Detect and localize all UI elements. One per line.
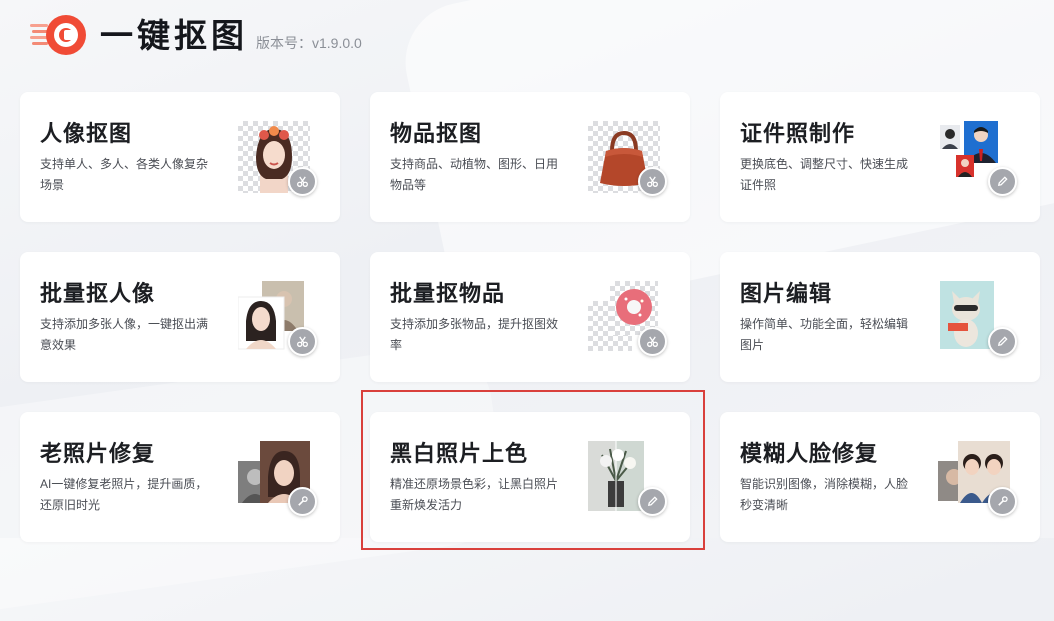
scissors-icon <box>638 167 667 196</box>
wrench-icon <box>988 487 1017 516</box>
scissors-icon <box>288 327 317 356</box>
card-description: 更换底色、调整尺寸、快速生成证件照 <box>740 157 909 192</box>
card-title: 人像抠图 <box>40 121 133 146</box>
app-title: 一键抠图 <box>100 17 248 54</box>
card-bw-colorize[interactable]: 黑白照片上色 精准还原场景色彩，让黑白照片重新焕发活力 <box>370 412 690 542</box>
card-description: 智能识别图像，消除模糊，人脸秒变清晰 <box>740 477 909 512</box>
app-header: 一键抠图 版本号：v1.9.0.0 <box>30 12 362 60</box>
card-batch-object-cutout[interactable]: 批量抠物品 支持添加多张物品，提升抠图效率 <box>370 252 690 382</box>
card-image-edit[interactable]: 图片编辑 操作简单、功能全面，轻松编辑图片 <box>720 252 1040 382</box>
card-description: 支持商品、动植物、图形、日用物品等 <box>390 157 559 192</box>
card-portrait-cutout[interactable]: 人像抠图 支持单人、多人、各类人像复杂场景 <box>20 92 340 222</box>
card-title: 批量抠物品 <box>390 281 506 306</box>
scissors-icon <box>638 327 667 356</box>
card-title: 老照片修复 <box>40 441 156 466</box>
card-description: 支持添加多张物品，提升抠图效率 <box>390 317 559 352</box>
version-label: 版本号：v1.9.0.0 <box>256 35 362 51</box>
scissors-icon <box>288 167 317 196</box>
pencil-icon <box>988 167 1017 196</box>
card-description: 支持添加多张人像，一键抠出满意效果 <box>40 317 209 352</box>
card-title: 批量抠人像 <box>40 281 156 306</box>
wrench-icon <box>288 487 317 516</box>
card-old-photo-restore[interactable]: 老照片修复 AI一键修复老照片，提升画质，还原旧时光 <box>20 412 340 542</box>
card-description: 精准还原场景色彩，让黑白照片重新焕发活力 <box>390 477 559 512</box>
card-title: 黑白照片上色 <box>390 441 529 466</box>
card-description: 操作简单、功能全面，轻松编辑图片 <box>740 317 909 352</box>
card-title: 模糊人脸修复 <box>740 441 879 466</box>
card-id-photo[interactable]: 证件照制作 更换底色、调整尺寸、快速生成证件照 <box>720 92 1040 222</box>
pencil-icon <box>988 327 1017 356</box>
card-object-cutout[interactable]: 物品抠图 支持商品、动植物、图形、日用物品等 <box>370 92 690 222</box>
card-title: 证件照制作 <box>740 121 856 146</box>
app-logo-icon <box>30 13 88 59</box>
card-description: 支持单人、多人、各类人像复杂场景 <box>40 157 209 192</box>
card-description: AI一键修复老照片，提升画质，还原旧时光 <box>40 477 208 512</box>
card-title: 图片编辑 <box>740 281 833 306</box>
card-blurry-face-restore[interactable]: 模糊人脸修复 智能识别图像，消除模糊，人脸秒变清晰 <box>720 412 1040 542</box>
card-title: 物品抠图 <box>390 121 483 146</box>
pencil-icon <box>638 487 667 516</box>
card-batch-portrait-cutout[interactable]: 批量抠人像 支持添加多张人像，一键抠出满意效果 <box>20 252 340 382</box>
